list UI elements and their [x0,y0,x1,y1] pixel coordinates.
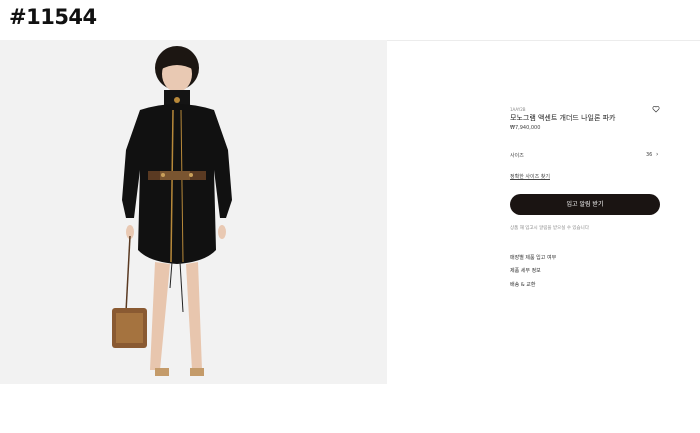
size-value[interactable]: 36 [646,152,652,158]
header-divider [387,40,700,41]
product-title: 모노그램 액센트 개더드 나일론 파카 [510,114,616,122]
size-label: 사이즈 [510,153,524,159]
product-price: ₩7,940,000 [510,125,541,131]
product-image [0,40,387,384]
find-size-link[interactable]: 정확한 사이즈 찾기 [510,173,550,180]
product-details-link[interactable]: 제품 세부 정보 [510,267,541,274]
heart-icon[interactable] [652,105,660,113]
page-tag: #11544 [9,5,97,29]
model-photo [0,40,387,384]
store-availability-link[interactable]: 매장별 제품 입고 여부 [510,254,556,261]
chevron-right-icon[interactable]: › [656,152,658,158]
restock-note: 상품 재 입고시 알림을 받으실 수 있습니다 [510,226,589,231]
notify-me-button[interactable]: 입고 알림 받기 [510,194,660,215]
shipping-returns-link[interactable]: 배송 & 교환 [510,281,535,288]
product-sku: 1AAY2B [510,107,526,112]
